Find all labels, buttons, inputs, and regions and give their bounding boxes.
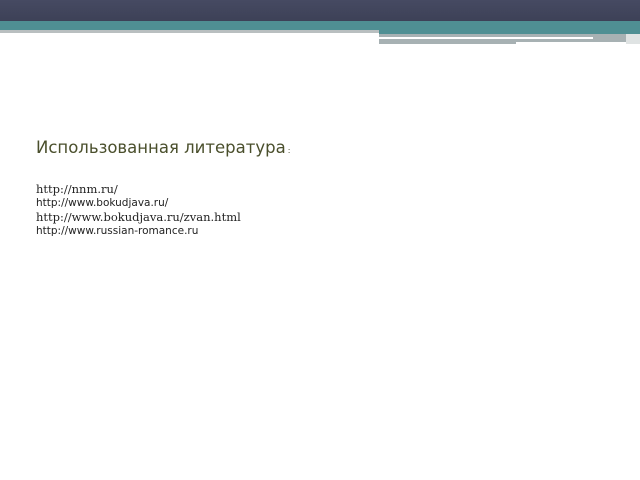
- source-link: http://www.bokudjava.ru/zvan.html: [36, 210, 241, 224]
- header-teal-band-left: [0, 21, 379, 30]
- slide-title-colon: :: [287, 146, 291, 155]
- source-link: http://nnm.ru/: [36, 182, 118, 196]
- sources-list: http://nnm.ru/ http://www.bokudjava.ru/ …: [36, 182, 241, 238]
- slide-title: Использованная литература:: [36, 138, 290, 157]
- header-accent-line-short: [516, 42, 626, 44]
- header-dark-band: [0, 0, 640, 21]
- slide-title-text: Использованная литература: [36, 138, 286, 157]
- source-link: http://www.russian-romance.ru: [36, 225, 199, 237]
- header-accent-line: [379, 37, 593, 39]
- header-corner-block: [626, 34, 640, 44]
- source-link: http://www.bokudjava.ru/: [36, 197, 169, 209]
- header-teal-band-right: [379, 21, 640, 34]
- header-grey-band-left: [0, 30, 379, 33]
